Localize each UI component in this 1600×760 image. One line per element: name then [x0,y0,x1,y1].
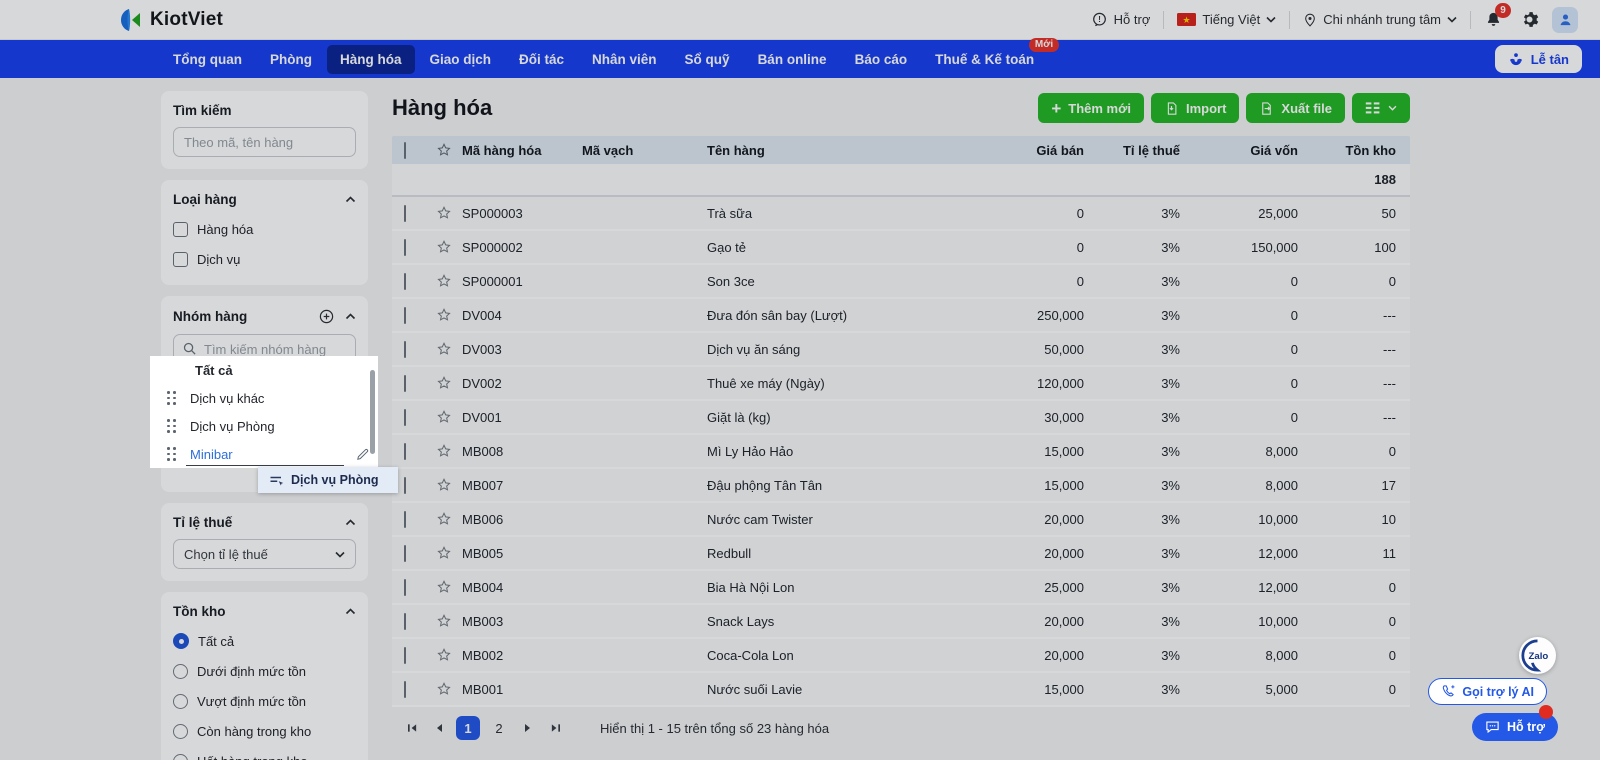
drag-handle-icon[interactable] [167,447,176,461]
group-item-label: Minibar [190,446,233,462]
edit-group-button[interactable] [355,447,370,462]
group-item[interactable]: Dịch vụ Phòng [150,412,378,440]
list-scrollbar[interactable] [370,370,375,454]
group-item-label: Dịch vụ Phòng [190,418,275,434]
group-all-label: Tất cả [195,362,233,378]
group-item-all[interactable]: Tất cả [150,356,378,384]
drag-handle-icon[interactable] [167,391,176,405]
phone-plus-icon [1443,685,1455,697]
drag-ghost-chip: Dịch vụ Phòng [258,467,398,493]
drop-indicator-line [186,465,344,466]
zalo-icon: Zalo [1521,639,1549,672]
chat-bubble-icon [1486,721,1499,734]
group-item-label: Dịch vụ khác [190,390,265,406]
drag-move-icon [270,476,284,485]
support-label: Hỗ trợ [1506,720,1545,734]
pencil-icon [357,448,369,460]
drag-handle-icon[interactable] [167,419,176,433]
svg-text:Zalo: Zalo [1529,651,1549,662]
group-list-drag-panel: Tất cả Dịch vụ khác Dịch vụ Phòng Miniba… [150,356,378,468]
ai-call-label: Gọi trợ lý AI [1462,684,1534,699]
drag-ghost-label: Dịch vụ Phòng [291,473,379,487]
ai-call-button[interactable]: Gọi trợ lý AI [1428,678,1547,705]
zalo-chat-button[interactable]: Zalo [1519,637,1556,674]
support-notification-dot [1539,705,1553,719]
group-item-selected[interactable]: Minibar [150,440,378,468]
group-item[interactable]: Dịch vụ khác [150,384,378,412]
